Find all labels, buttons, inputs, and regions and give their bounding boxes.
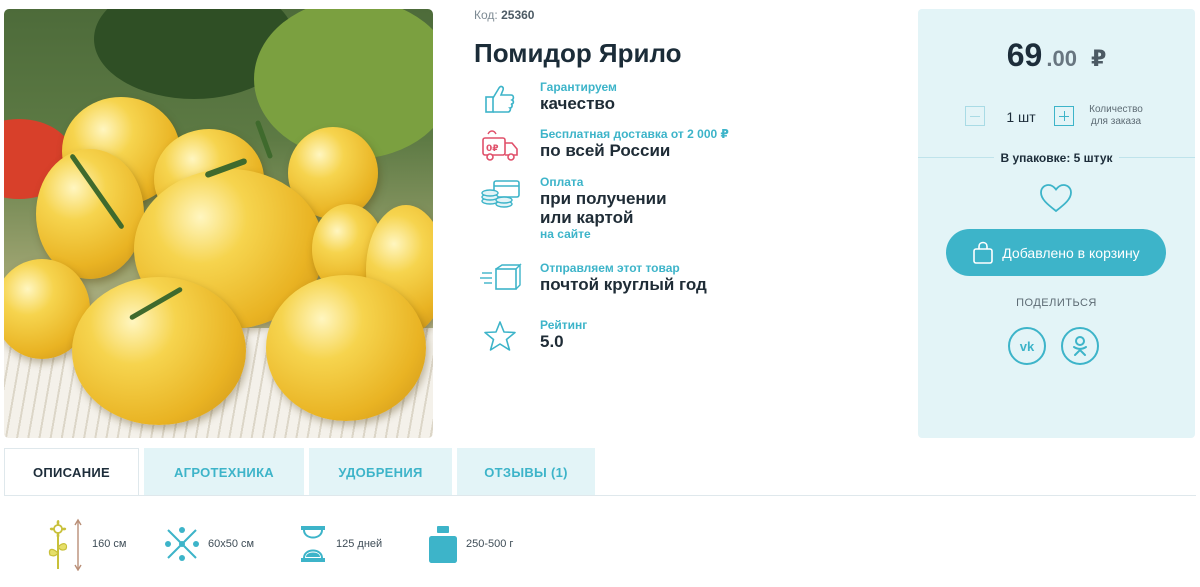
char-height: 160 см [44,515,126,573]
product-title: Помидор Ярило [474,38,682,68]
characteristics: 160 см 60x50 см 125 дней 250-500 г [0,515,1200,575]
quantity-label: Количество для заказа [1089,104,1143,127]
feature-shipping-title: почтой круглый год [540,275,707,294]
product-code-label: Код: [474,8,498,22]
feature-payment-title: при получении или картой [540,189,667,227]
quantity-stepper: 1 шт Количество для заказа [918,103,1195,129]
tabs-divider [4,495,1196,496]
plant-height-icon [48,518,82,571]
feature-delivery-title: по всей России [540,141,671,160]
feature-delivery-caption: Бесплатная доставка от 2 000 ₽ [540,127,729,141]
product-photo[interactable] [4,9,433,438]
product-tabs: ОПИСАНИЕ АГРОТЕХНИКА УДОБРЕНИЯ ОТЗЫВЫ (1… [4,448,600,496]
tab-description[interactable]: ОПИСАНИЕ [4,448,139,496]
char-height-value: 160 см [92,538,127,550]
char-days: 125 дней [298,515,382,573]
feature-payment-caption: Оплата [540,175,584,189]
package-info-text: В упаковке: 5 штук [994,151,1119,165]
odnoklassniki-icon [1073,336,1087,356]
feature-shipping-caption: Отправляем этот товар [540,261,680,275]
feature-rating: Рейтинг 5.0 [474,318,587,358]
product-code: Код: 25360 [474,8,534,22]
add-to-cart-button[interactable]: Добавлено в корзину [946,229,1166,276]
favorite-heart-icon[interactable] [1038,183,1074,213]
feature-quality-caption: Гарантируем [540,80,617,94]
share-label: ПОДЕЛИТЬСЯ [1016,297,1097,309]
vk-icon: vk [1019,338,1035,354]
photo-tomato [266,275,426,421]
price-currency: ₽ [1090,46,1107,71]
tab-fertilizers[interactable]: УДОБРЕНИЯ [309,448,452,496]
price-decimal: .00 [1046,46,1077,71]
planting-scheme-icon [165,527,199,561]
tab-reviews[interactable]: ОТЗЫВЫ (1) [457,448,595,496]
feature-rating-value: 5.0 [540,332,564,351]
package-info: В упаковке: 5 штук [918,151,1195,165]
char-weight-value: 250-500 г [466,538,514,550]
ok-share-button[interactable]: ok [1061,327,1099,365]
char-scheme-value: 60x50 см [208,538,255,550]
price-integer: 69 [1006,37,1043,73]
quantity-decrease-button[interactable] [965,106,985,126]
feature-shipping: Отправляем этот товар почтой круглый год [474,261,707,301]
product-code-value: 25360 [501,8,535,22]
svg-text:0₽: 0₽ [486,144,499,154]
price: 69.00 ₽ [918,37,1195,74]
weight-icon [429,526,457,563]
photo-stem [254,119,274,160]
parcel-box-icon [474,261,526,301]
delivery-truck-icon: 0₽ [474,127,526,167]
thumbs-up-icon [474,80,526,120]
feature-payment: Оплата при получении или картой на сайте [474,175,667,241]
feature-delivery: 0₽ Бесплатная доставка от 2 000 ₽ по все… [474,127,729,167]
feature-quality: Гарантируем качество [474,80,617,120]
tab-agrotech[interactable]: АГРОТЕХНИКА [144,448,304,496]
char-weight: 250-500 г [428,515,513,573]
vk-share-button[interactable]: vk [1008,327,1046,365]
quantity-value[interactable]: 1 шт [998,109,1044,125]
quantity-increase-button[interactable] [1054,106,1074,126]
shopping-bag-icon [973,241,994,264]
feature-rating-caption: Рейтинг [540,318,588,332]
coins-card-icon [474,175,526,215]
purchase-panel: 69.00 ₽ 1 шт Количество для заказа В упак… [918,9,1195,438]
feature-payment-note: на сайте [540,227,591,241]
feature-quality-title: качество [540,94,616,113]
char-days-value: 125 дней [336,538,383,550]
hourglass-icon [301,526,325,562]
add-to-cart-label: Добавлено в корзину [1002,244,1140,261]
char-scheme: 60x50 см [164,515,254,573]
star-icon [474,318,526,358]
